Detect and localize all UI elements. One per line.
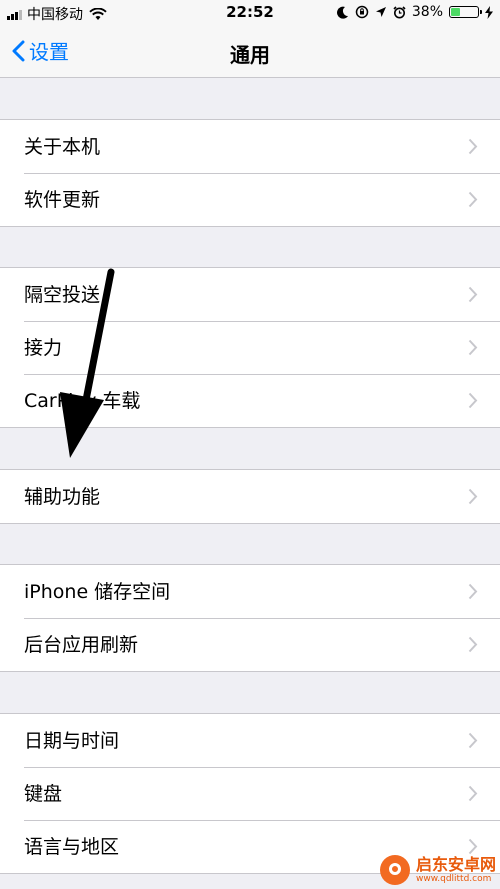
location-icon xyxy=(375,7,386,17)
page-title: 通用 xyxy=(230,43,270,67)
settings-group-continuity: 隔空投送 接力 CarPlay 车载 xyxy=(0,267,500,428)
row-label: 软件更新 xyxy=(24,189,101,211)
row-label: 语言与地区 xyxy=(24,836,120,858)
chevron-right-icon xyxy=(468,488,478,505)
battery-percent: 38% xyxy=(411,4,443,20)
row-airdrop[interactable]: 隔空投送 xyxy=(0,268,500,321)
chevron-right-icon xyxy=(468,838,478,855)
settings-group-about: 关于本机 软件更新 xyxy=(0,119,500,227)
chevron-right-icon xyxy=(468,583,478,600)
chevron-right-icon xyxy=(468,636,478,653)
chevron-right-icon xyxy=(468,785,478,802)
row-label: 后台应用刷新 xyxy=(24,634,139,656)
row-software-update[interactable]: 软件更新 xyxy=(0,173,500,226)
row-about[interactable]: 关于本机 xyxy=(0,120,500,173)
watermark: 启东安卓网 www.qdlittd.com xyxy=(379,854,496,885)
row-carplay[interactable]: CarPlay 车载 xyxy=(0,374,500,427)
row-label: 关于本机 xyxy=(24,136,101,158)
watermark-logo-icon xyxy=(379,855,410,885)
row-handoff[interactable]: 接力 xyxy=(0,321,500,374)
alarm-icon xyxy=(393,5,406,18)
watermark-url: www.qdlittd.com xyxy=(415,873,492,884)
settings-group-accessibility: 辅助功能 xyxy=(0,469,500,524)
row-keyboard[interactable]: 键盘 xyxy=(0,767,500,820)
rotation-lock-icon xyxy=(355,5,369,19)
battery-icon xyxy=(449,6,482,18)
row-background-refresh[interactable]: 后台应用刷新 xyxy=(0,618,500,671)
status-right: 38% xyxy=(336,4,493,20)
chevron-right-icon xyxy=(468,286,478,303)
row-accessibility[interactable]: 辅助功能 xyxy=(0,470,500,523)
chevron-right-icon xyxy=(468,732,478,749)
chevron-right-icon xyxy=(468,392,478,409)
row-iphone-storage[interactable]: iPhone 储存空间 xyxy=(0,565,500,618)
chevron-right-icon xyxy=(468,138,478,155)
row-label: 日期与时间 xyxy=(24,730,120,752)
row-label: iPhone 储存空间 xyxy=(24,581,171,603)
settings-group-storage: iPhone 储存空间 后台应用刷新 xyxy=(0,564,500,672)
row-label: CarPlay 车载 xyxy=(24,390,141,412)
row-date-time[interactable]: 日期与时间 xyxy=(0,714,500,767)
settings-group-datetime: 日期与时间 键盘 语言与地区 xyxy=(0,713,500,874)
row-label: 键盘 xyxy=(24,783,63,805)
chevron-right-icon xyxy=(468,191,478,208)
row-label: 隔空投送 xyxy=(24,284,101,306)
row-label: 辅助功能 xyxy=(24,486,101,508)
chevron-right-icon xyxy=(468,339,478,356)
status-bar: 中国移动 22:52 38% xyxy=(0,0,500,28)
row-label: 接力 xyxy=(24,337,63,359)
watermark-title: 启东安卓网 xyxy=(415,854,496,874)
battery-level xyxy=(451,8,460,16)
moon-icon xyxy=(336,6,348,19)
watermark-text: 启东安卓网 www.qdlittd.com xyxy=(415,854,496,884)
navigation-bar: 设置 通用 xyxy=(0,28,500,78)
charging-icon xyxy=(485,5,493,19)
